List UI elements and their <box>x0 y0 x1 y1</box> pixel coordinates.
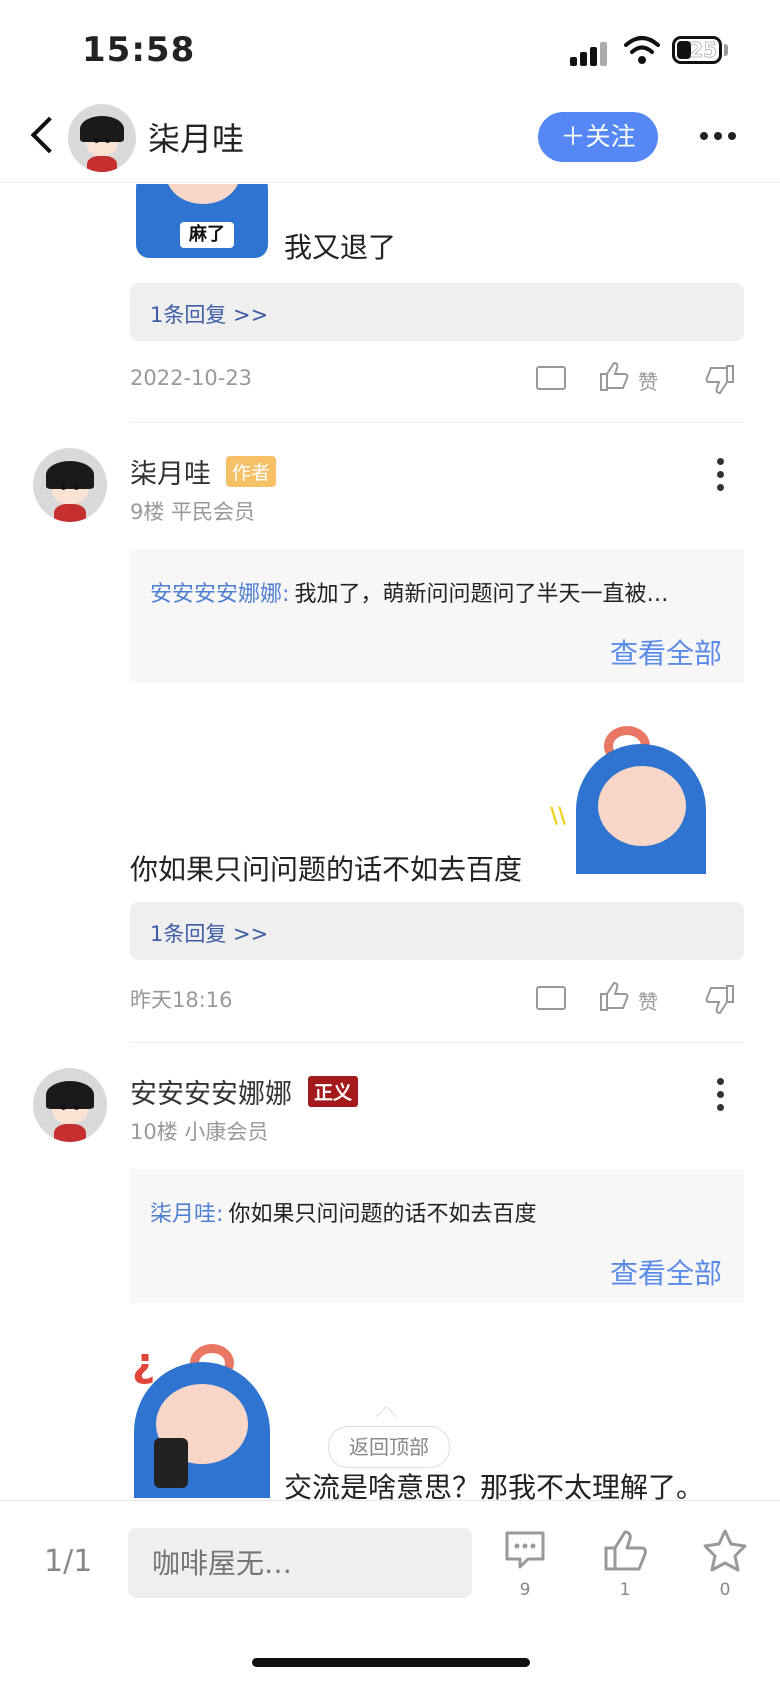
comment-count: 9 <box>519 1580 531 1600</box>
sticker-image: \\ <box>550 726 706 874</box>
quote-username[interactable]: 柒月哇: <box>150 1202 223 1227</box>
sticker-image: 麻了 <box>136 184 268 258</box>
page-count[interactable]: 1/1 <box>44 1544 92 1579</box>
divider <box>130 422 744 423</box>
author-badge: 作者 <box>226 456 277 487</box>
like-label[interactable]: 赞 <box>638 986 658 1015</box>
star-icon[interactable] <box>702 1528 748 1572</box>
quote-box[interactable]: 安安安安娜娜: 我加了，萌新问问题问了半天一直被… 查看全部 <box>130 549 744 683</box>
signal-icon <box>570 40 610 66</box>
reply-link[interactable]: 1条回复 >> <box>130 283 744 341</box>
comment-icon[interactable] <box>504 1530 546 1570</box>
user-avatar[interactable] <box>33 1068 107 1142</box>
post-date: 昨天18:16 <box>130 988 233 1012</box>
floor-meta: 10楼 小康会员 <box>130 1120 269 1144</box>
like-icon[interactable] <box>602 1528 648 1572</box>
battery-tip <box>724 44 728 56</box>
reply-link[interactable]: 1条回复 >> <box>130 902 744 960</box>
battery-level: 25 <box>689 38 717 63</box>
post-more-icon[interactable] <box>717 458 724 494</box>
more-icon[interactable] <box>700 132 736 142</box>
sticker-image: ¿ <box>130 1340 274 1498</box>
like-icon[interactable] <box>598 980 630 1012</box>
comment-icon[interactable] <box>536 986 566 1010</box>
header-avatar[interactable] <box>68 104 136 172</box>
username[interactable]: 安安安安娜娜 <box>130 1072 292 1111</box>
quote-box[interactable]: 柒月哇: 你如果只问问题的话不如去百度 查看全部 <box>130 1169 744 1303</box>
wifi-icon <box>624 36 660 64</box>
back-to-top-pointer <box>375 1405 398 1428</box>
reply-input[interactable] <box>128 1528 472 1598</box>
status-time: 15:58 <box>82 30 196 70</box>
divider <box>130 1042 744 1043</box>
comment-icon[interactable] <box>536 366 566 390</box>
post-text: 我又退了 <box>284 231 397 264</box>
justice-badge: 正义 <box>308 1076 359 1107</box>
like-icon[interactable] <box>598 360 630 392</box>
post-more-icon[interactable] <box>717 1078 724 1114</box>
quote-username[interactable]: 安安安安娜娜: <box>150 582 289 607</box>
username[interactable]: 柒月哇 <box>130 452 211 491</box>
star-count: 0 <box>719 1580 731 1600</box>
see-all-link[interactable]: 查看全部 <box>610 632 722 672</box>
reply-link-label[interactable]: 1条回复 >> <box>150 299 268 329</box>
like-label[interactable]: 赞 <box>638 366 658 395</box>
back-to-top-button[interactable]: 返回顶部 <box>328 1426 450 1468</box>
post-text: 你如果只问问题的话不如去百度 <box>130 853 523 886</box>
header-username[interactable]: 柒月哇 <box>148 114 244 160</box>
reply-link-label[interactable]: 1条回复 >> <box>150 918 268 948</box>
post-date: 2022-10-23 <box>130 366 253 390</box>
like-count: 1 <box>619 1580 631 1600</box>
battery-icon: 25 <box>672 36 722 64</box>
dislike-icon[interactable] <box>704 984 736 1016</box>
floor-meta: 9楼 平民会员 <box>130 500 256 524</box>
quote-text: 我加了，萌新问问题问了半天一直被… <box>294 582 669 607</box>
user-avatar[interactable] <box>33 448 107 522</box>
see-all-link[interactable]: 查看全部 <box>610 1252 722 1292</box>
follow-button[interactable]: ＋关注 <box>538 112 658 162</box>
dislike-icon[interactable] <box>704 364 736 396</box>
quote-text: 你如果只问问题的话不如去百度 <box>228 1202 537 1227</box>
home-indicator[interactable] <box>252 1658 530 1667</box>
sticker-caption: 麻了 <box>180 222 234 248</box>
